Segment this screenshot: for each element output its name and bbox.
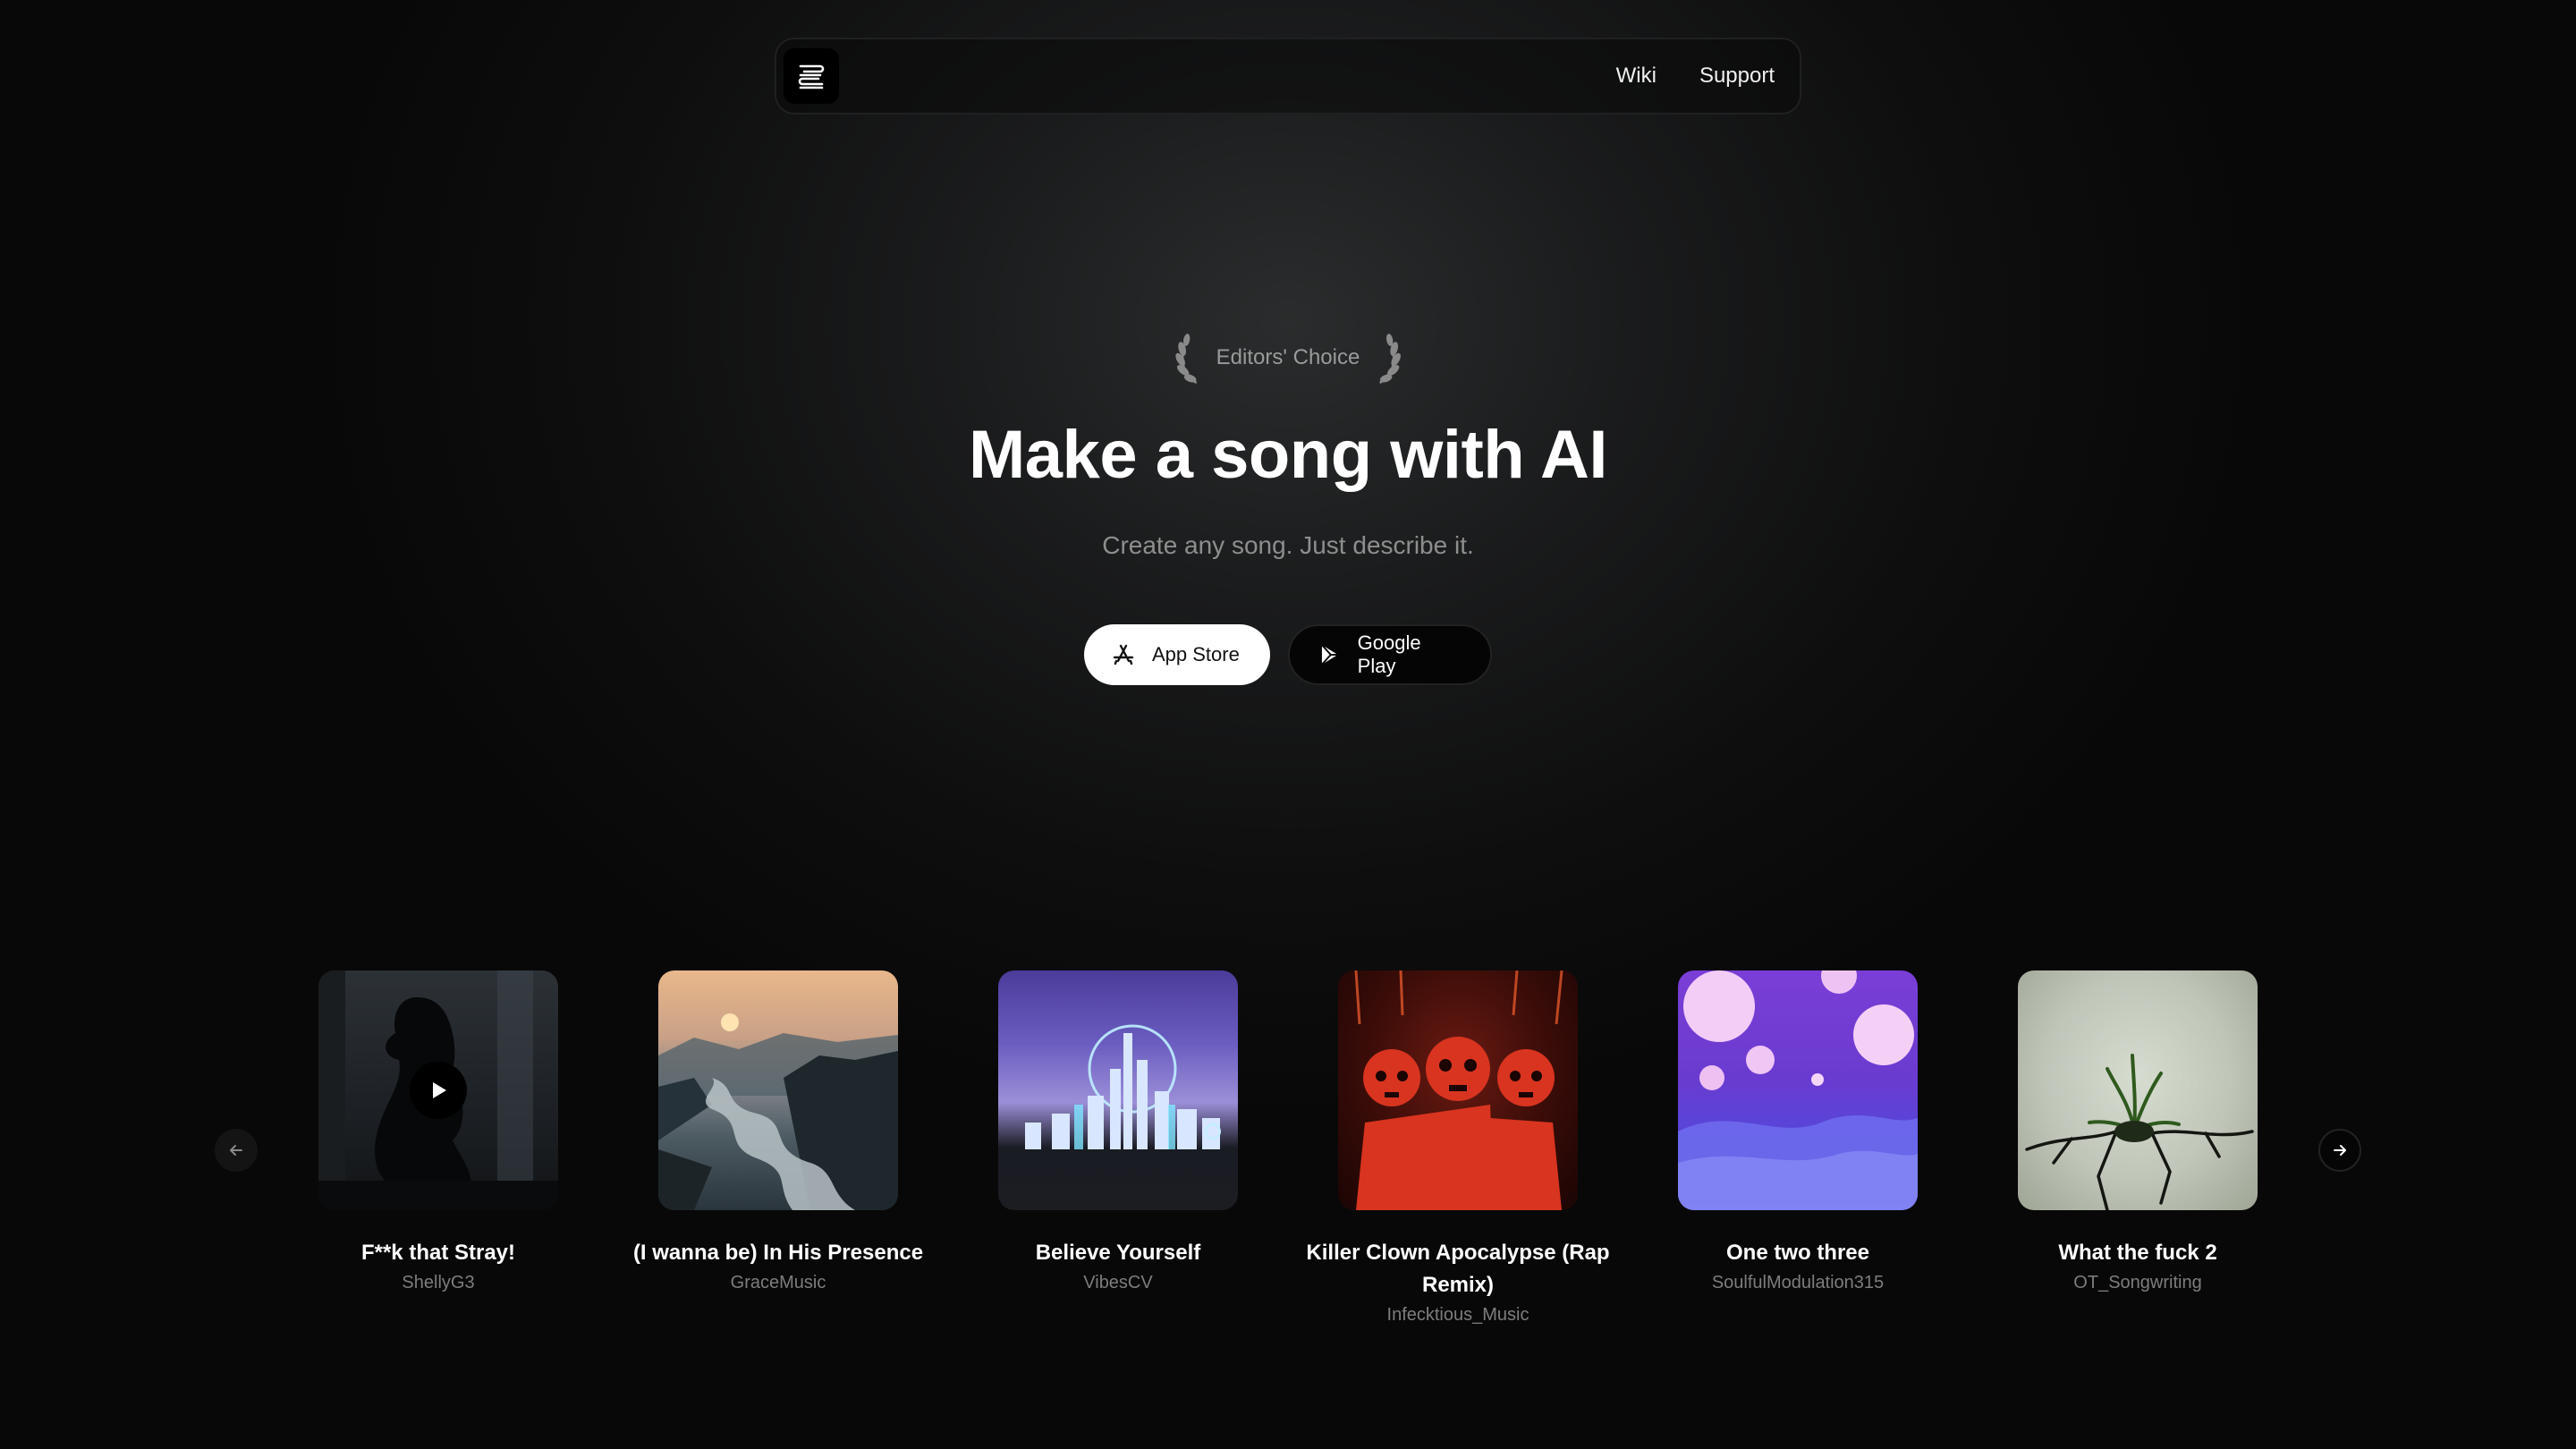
play-icon bbox=[433, 1082, 446, 1098]
store-buttons: App Store Google Play bbox=[1084, 624, 1492, 685]
song-cover-art[interactable] bbox=[2018, 970, 2258, 1210]
song-card[interactable]: What the fuck 2 OT_Songwriting bbox=[1968, 970, 2308, 1293]
nav-link-support[interactable]: Support bbox=[1699, 64, 1775, 89]
arrow-right-icon bbox=[2334, 1145, 2346, 1156]
app-store-label: App Store bbox=[1152, 643, 1240, 665]
neon-city-art bbox=[1025, 1024, 1221, 1149]
river-sunset-art bbox=[658, 1013, 898, 1210]
nav-links: Wiki Support bbox=[1616, 64, 1775, 89]
page: Wiki Support Editors' Choice Make a song… bbox=[0, 0, 2576, 1449]
song-title[interactable]: (I wanna be) In His Presence bbox=[608, 1237, 948, 1269]
song-artist[interactable]: Infecktious_Music bbox=[1288, 1305, 1628, 1326]
nav-link-wiki[interactable]: Wiki bbox=[1616, 64, 1657, 89]
editors-choice-badge: Editors' Choice bbox=[1174, 331, 1403, 385]
song-title[interactable]: One two three bbox=[1628, 1237, 1968, 1269]
top-nav: Wiki Support bbox=[775, 38, 1801, 114]
song-card[interactable]: One two three SoulfulModulation315 bbox=[1628, 970, 1968, 1293]
clowns-art bbox=[1354, 970, 1563, 1210]
song-cover-art[interactable] bbox=[998, 970, 1238, 1210]
song-card[interactable]: Killer Clown Apocalypse (Rap Remix) Infe… bbox=[1288, 970, 1628, 1326]
arrow-left-icon bbox=[230, 1145, 242, 1156]
song-title[interactable]: Killer Clown Apocalypse (Rap Remix) bbox=[1288, 1237, 1628, 1301]
plant-crack-art bbox=[2025, 1054, 2254, 1210]
app-store-icon bbox=[1113, 644, 1134, 665]
song-title[interactable]: Believe Yourself bbox=[948, 1237, 1288, 1269]
song-artist[interactable]: ShellyG3 bbox=[268, 1273, 608, 1293]
song-cover-art[interactable] bbox=[318, 970, 558, 1210]
google-play-icon bbox=[1321, 644, 1338, 665]
song-cover-art[interactable] bbox=[658, 970, 898, 1210]
laurel-right-icon bbox=[1378, 334, 1401, 385]
app-store-button[interactable]: App Store bbox=[1084, 624, 1270, 685]
glowing-orbs-art bbox=[1678, 970, 1918, 1210]
google-play-label: Google Play bbox=[1357, 631, 1421, 677]
song-title[interactable]: F**k that Stray! bbox=[268, 1237, 608, 1269]
stacked-lines-logo-icon bbox=[798, 64, 825, 89]
song-card[interactable]: F**k that Stray! ShellyG3 bbox=[268, 970, 608, 1293]
song-card[interactable]: Believe Yourself VibesCV bbox=[948, 970, 1288, 1293]
google-play-button[interactable]: Google Play bbox=[1288, 624, 1492, 685]
song-cover-art[interactable] bbox=[1338, 970, 1578, 1210]
song-title[interactable]: What the fuck 2 bbox=[1968, 1237, 2308, 1269]
logo[interactable] bbox=[784, 48, 839, 104]
badge-label: Editors' Choice bbox=[1216, 345, 1360, 369]
laurel-left-icon bbox=[1175, 334, 1198, 385]
carousel-next-button[interactable] bbox=[2318, 1129, 2361, 1172]
hero-subtitle: Create any song. Just describe it. bbox=[1102, 531, 1474, 559]
play-button[interactable] bbox=[410, 1062, 467, 1119]
song-artist[interactable]: VibesCV bbox=[948, 1273, 1288, 1293]
song-cover-art[interactable] bbox=[1678, 970, 1918, 1210]
hero-title: Make a song with AI bbox=[968, 417, 1608, 493]
carousel-prev-button[interactable] bbox=[215, 1129, 258, 1172]
song-artist[interactable]: OT_Songwriting bbox=[1968, 1273, 2308, 1293]
song-artist[interactable]: GraceMusic bbox=[608, 1273, 948, 1293]
song-artist[interactable]: SoulfulModulation315 bbox=[1628, 1273, 1968, 1293]
song-card[interactable]: (I wanna be) In His Presence GraceMusic bbox=[608, 970, 948, 1293]
